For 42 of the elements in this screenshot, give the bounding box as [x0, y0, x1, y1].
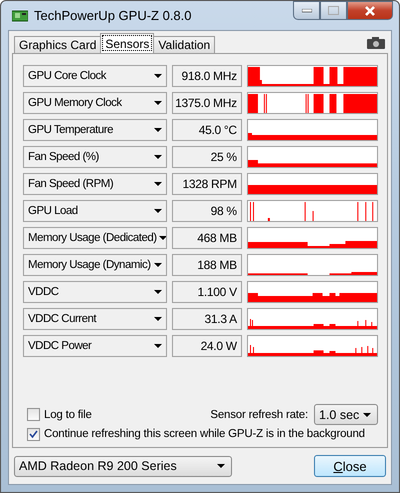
close-button[interactable]: Close — [314, 455, 386, 477]
camera-icon[interactable] — [367, 37, 385, 49]
graphics-card-icon — [12, 8, 28, 22]
minimize-button[interactable] — [293, 1, 320, 20]
sensor-value: 1375.0 MHz — [172, 92, 242, 114]
maximize-button[interactable] — [320, 1, 347, 20]
sensor-dropdown[interactable]: GPU Memory Clock — [23, 92, 168, 114]
sensor-dropdown[interactable]: VDDC — [23, 280, 168, 302]
sensor-value: 24.0 W — [172, 334, 242, 356]
sensor-dropdown[interactable]: VDDC Current — [23, 308, 168, 330]
sensor-dropdown[interactable]: GPU Load — [23, 200, 168, 222]
sensor-value: 25 % — [172, 146, 242, 168]
sensor-value: 468 MB — [172, 226, 242, 248]
sensor-dropdown[interactable]: Memory Usage (Dedicated) — [23, 226, 168, 248]
sensor-value: 98 % — [172, 200, 242, 222]
refresh-rate-label: Sensor refresh rate: — [210, 408, 308, 420]
sensor-value: 918.0 MHz — [172, 64, 242, 86]
sensor-dropdown[interactable]: Fan Speed (%) — [23, 146, 168, 168]
sensor-dropdown[interactable]: GPU Core Clock — [23, 64, 168, 86]
close-icon — [364, 6, 376, 16]
close-window-button[interactable] — [347, 1, 393, 20]
sensor-value: 45.0 °C — [172, 118, 242, 140]
checkbox[interactable] — [27, 408, 40, 421]
sensor-dropdown[interactable]: GPU Temperature — [23, 118, 168, 140]
checkbox-label: Continue refreshing this screen while GPU-Z is in the background — [44, 428, 365, 440]
sensor-value: 1.100 V — [172, 280, 242, 302]
tab[interactable]: Graphics Card — [14, 36, 102, 53]
checkbox[interactable] — [27, 428, 40, 440]
window-title: TechPowerUp GPU-Z 0.8.0 — [34, 8, 193, 23]
gpu-dropdown[interactable]: AMD Radeon R9 200 Series — [14, 456, 232, 476]
sensor-value: 188 MB — [172, 254, 242, 276]
sensor-dropdown[interactable]: VDDC Power — [23, 334, 168, 356]
sensor-value: 31.3 A — [172, 308, 242, 330]
sensor-value: 1328 RPM — [172, 172, 242, 194]
tab[interactable]: Validation — [153, 36, 216, 53]
sensor-dropdown[interactable]: Fan Speed (RPM) — [23, 172, 168, 194]
tab[interactable]: Sensors — [100, 33, 154, 53]
checkbox-label: Log to file — [44, 408, 92, 420]
maximize-icon — [328, 6, 339, 15]
refresh-rate-dropdown[interactable]: 1.0 sec — [314, 404, 378, 425]
sensor-dropdown[interactable]: Memory Usage (Dynamic) — [23, 254, 168, 276]
minimize-icon — [302, 8, 312, 12]
